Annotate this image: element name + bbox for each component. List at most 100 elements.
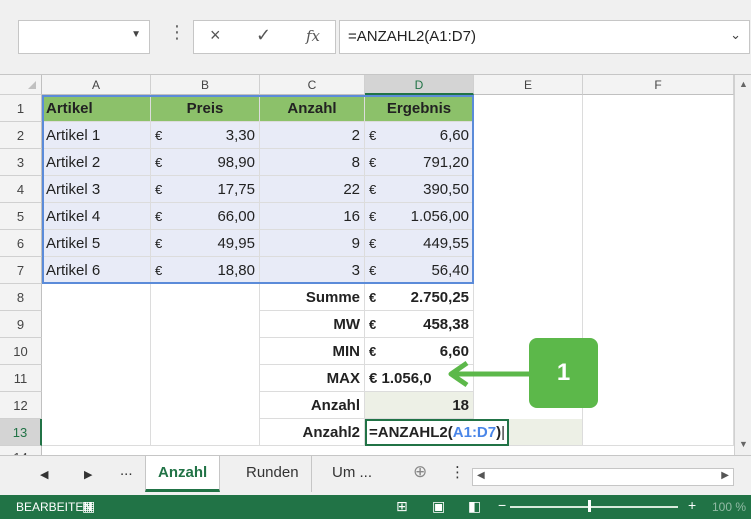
active-row-label[interactable]: Anzahl2 [260, 419, 365, 446]
tab-runden[interactable]: Runden [234, 456, 312, 492]
column-header-c[interactable]: C [260, 75, 365, 95]
table-cell[interactable]: 16 [260, 203, 365, 230]
formula-prefix: =ANZAHL2( [369, 424, 453, 441]
more-sheets-ellipsis[interactable]: ... [120, 462, 133, 479]
formula-input[interactable]: =ANZAHL2(A1:D7) ⌄ [339, 20, 750, 54]
scroll-right-icon[interactable]: ▶ [721, 470, 729, 481]
table-cell[interactable]: 2 [260, 122, 365, 149]
macro-record-icon[interactable]: ▦ [82, 498, 95, 515]
row-header-1[interactable]: 1 [0, 95, 42, 122]
more-options-icon[interactable]: ⋮ [450, 463, 465, 481]
table-cell[interactable]: €449,55 [365, 230, 474, 257]
add-sheet-icon[interactable]: ⊕ [413, 462, 427, 482]
horizontal-scrollbar[interactable]: ◀ ▶ [472, 468, 734, 486]
summary-value[interactable]: €2.750,25 [365, 284, 474, 311]
header-cell-preis[interactable]: Preis [151, 95, 260, 122]
table-cell[interactable]: 3 [260, 257, 365, 284]
table-cell[interactable]: €17,75 [151, 176, 260, 203]
page-layout-icon[interactable]: ▣ [432, 498, 445, 515]
table-cell[interactable]: €791,20 [365, 149, 474, 176]
row-header-7[interactable]: 7 [0, 257, 42, 284]
summary-label[interactable]: Anzahl [260, 392, 365, 419]
table-cell[interactable]: 8 [260, 149, 365, 176]
next-sheet-icon[interactable]: ▶ [84, 468, 92, 481]
enter-icon[interactable]: ✓ [256, 25, 271, 46]
price-value: 18,80 [217, 262, 255, 279]
cancel-icon[interactable]: × [210, 25, 221, 46]
empty-cells-b[interactable] [151, 284, 260, 446]
vertical-scrollbar[interactable]: ▲ ▼ [734, 75, 751, 455]
currency-symbol: € [155, 128, 163, 143]
scroll-up-icon[interactable]: ▲ [739, 79, 748, 89]
row-header-4[interactable]: 4 [0, 176, 42, 203]
active-cell[interactable]: =ANZAHL2(A1:D7)| [365, 419, 510, 446]
table-cell[interactable]: €56,40 [365, 257, 474, 284]
table-cell[interactable]: €18,80 [151, 257, 260, 284]
table-cell[interactable]: 22 [260, 176, 365, 203]
tab-anzahl[interactable]: Anzahl [145, 456, 221, 492]
header-cell-anzahl[interactable]: Anzahl [260, 95, 365, 122]
zoom-slider-thumb[interactable] [588, 500, 591, 512]
scroll-down-icon[interactable]: ▼ [739, 439, 748, 449]
page-break-icon[interactable]: ◧ [468, 498, 481, 515]
summary-value[interactable]: 18 [365, 392, 474, 419]
table-cell[interactable]: €66,00 [151, 203, 260, 230]
normal-view-icon[interactable]: ⊞ [396, 498, 408, 515]
column-header-e[interactable]: E [474, 75, 583, 95]
table-cell[interactable]: €6,60 [365, 122, 474, 149]
table-cell[interactable]: Artikel 1 [42, 122, 151, 149]
table-cell[interactable]: 9 [260, 230, 365, 257]
scroll-left-icon[interactable]: ◀ [477, 470, 485, 481]
chevron-down-icon[interactable]: ▼ [131, 29, 141, 40]
table-cell[interactable]: €390,50 [365, 176, 474, 203]
row-header-11[interactable]: 11 [0, 365, 42, 392]
table-cell[interactable]: €3,30 [151, 122, 260, 149]
zoom-in-icon[interactable]: + [688, 497, 696, 513]
row-header-9[interactable]: 9 [0, 311, 42, 338]
summary-label[interactable]: MIN [260, 338, 365, 365]
table-cell[interactable]: Artikel 5 [42, 230, 151, 257]
table-cell[interactable]: €49,95 [151, 230, 260, 257]
currency-symbol: € [369, 236, 377, 251]
row-header-10[interactable]: 10 [0, 338, 42, 365]
header-cell-artikel[interactable]: Artikel [42, 95, 151, 122]
summary-label[interactable]: Summe [260, 284, 365, 311]
name-box[interactable]: ▼ [18, 20, 150, 54]
row-header-6[interactable]: 6 [0, 230, 42, 257]
empty-cells-a[interactable] [42, 284, 151, 446]
header-cell-ergebnis[interactable]: Ergebnis [365, 95, 474, 122]
prev-sheet-icon[interactable]: ◀ [40, 468, 48, 481]
summary-label[interactable]: MW [260, 311, 365, 338]
zoom-slider[interactable] [510, 506, 678, 508]
column-header-b[interactable]: B [151, 75, 260, 95]
summary-label[interactable]: MAX [260, 365, 365, 392]
column-header-f[interactable]: F [583, 75, 734, 95]
table-cell[interactable]: Artikel 3 [42, 176, 151, 203]
row-header-14[interactable]: 14 [0, 446, 42, 455]
row-header-12[interactable]: 12 [0, 392, 42, 419]
row-header-5[interactable]: 5 [0, 203, 42, 230]
spreadsheet-grid[interactable]: A B C D E F 1 2 3 4 5 6 7 8 9 10 11 12 1… [0, 74, 751, 455]
row-header-8[interactable]: 8 [0, 284, 42, 311]
result-value: 791,20 [423, 154, 469, 171]
table-cell[interactable]: Artikel 2 [42, 149, 151, 176]
row-header-2[interactable]: 2 [0, 122, 42, 149]
table-cell[interactable]: €1.056,00 [365, 203, 474, 230]
column-header-d[interactable]: D [365, 75, 474, 95]
row-header-13[interactable]: 13 [0, 419, 42, 446]
column-header-a[interactable]: A [42, 75, 151, 95]
table-cell[interactable]: €98,90 [151, 149, 260, 176]
currency-symbol: € [369, 128, 377, 143]
table-cell[interactable]: Artikel 4 [42, 203, 151, 230]
table-cell[interactable]: Artikel 6 [42, 257, 151, 284]
select-all-corner[interactable] [0, 75, 42, 95]
summary-value[interactable]: €458,38 [365, 311, 474, 338]
more-options-icon[interactable]: ⋮ [168, 22, 186, 43]
expand-formula-icon[interactable]: ⌄ [730, 27, 741, 43]
empty-column-f[interactable] [583, 95, 734, 446]
row-header-3[interactable]: 3 [0, 149, 42, 176]
tab-um[interactable]: Um ... [320, 456, 384, 492]
zoom-out-icon[interactable]: − [498, 497, 506, 513]
insert-function-icon[interactable]: fx [306, 27, 320, 45]
zoom-level[interactable]: 100 % [712, 500, 746, 514]
